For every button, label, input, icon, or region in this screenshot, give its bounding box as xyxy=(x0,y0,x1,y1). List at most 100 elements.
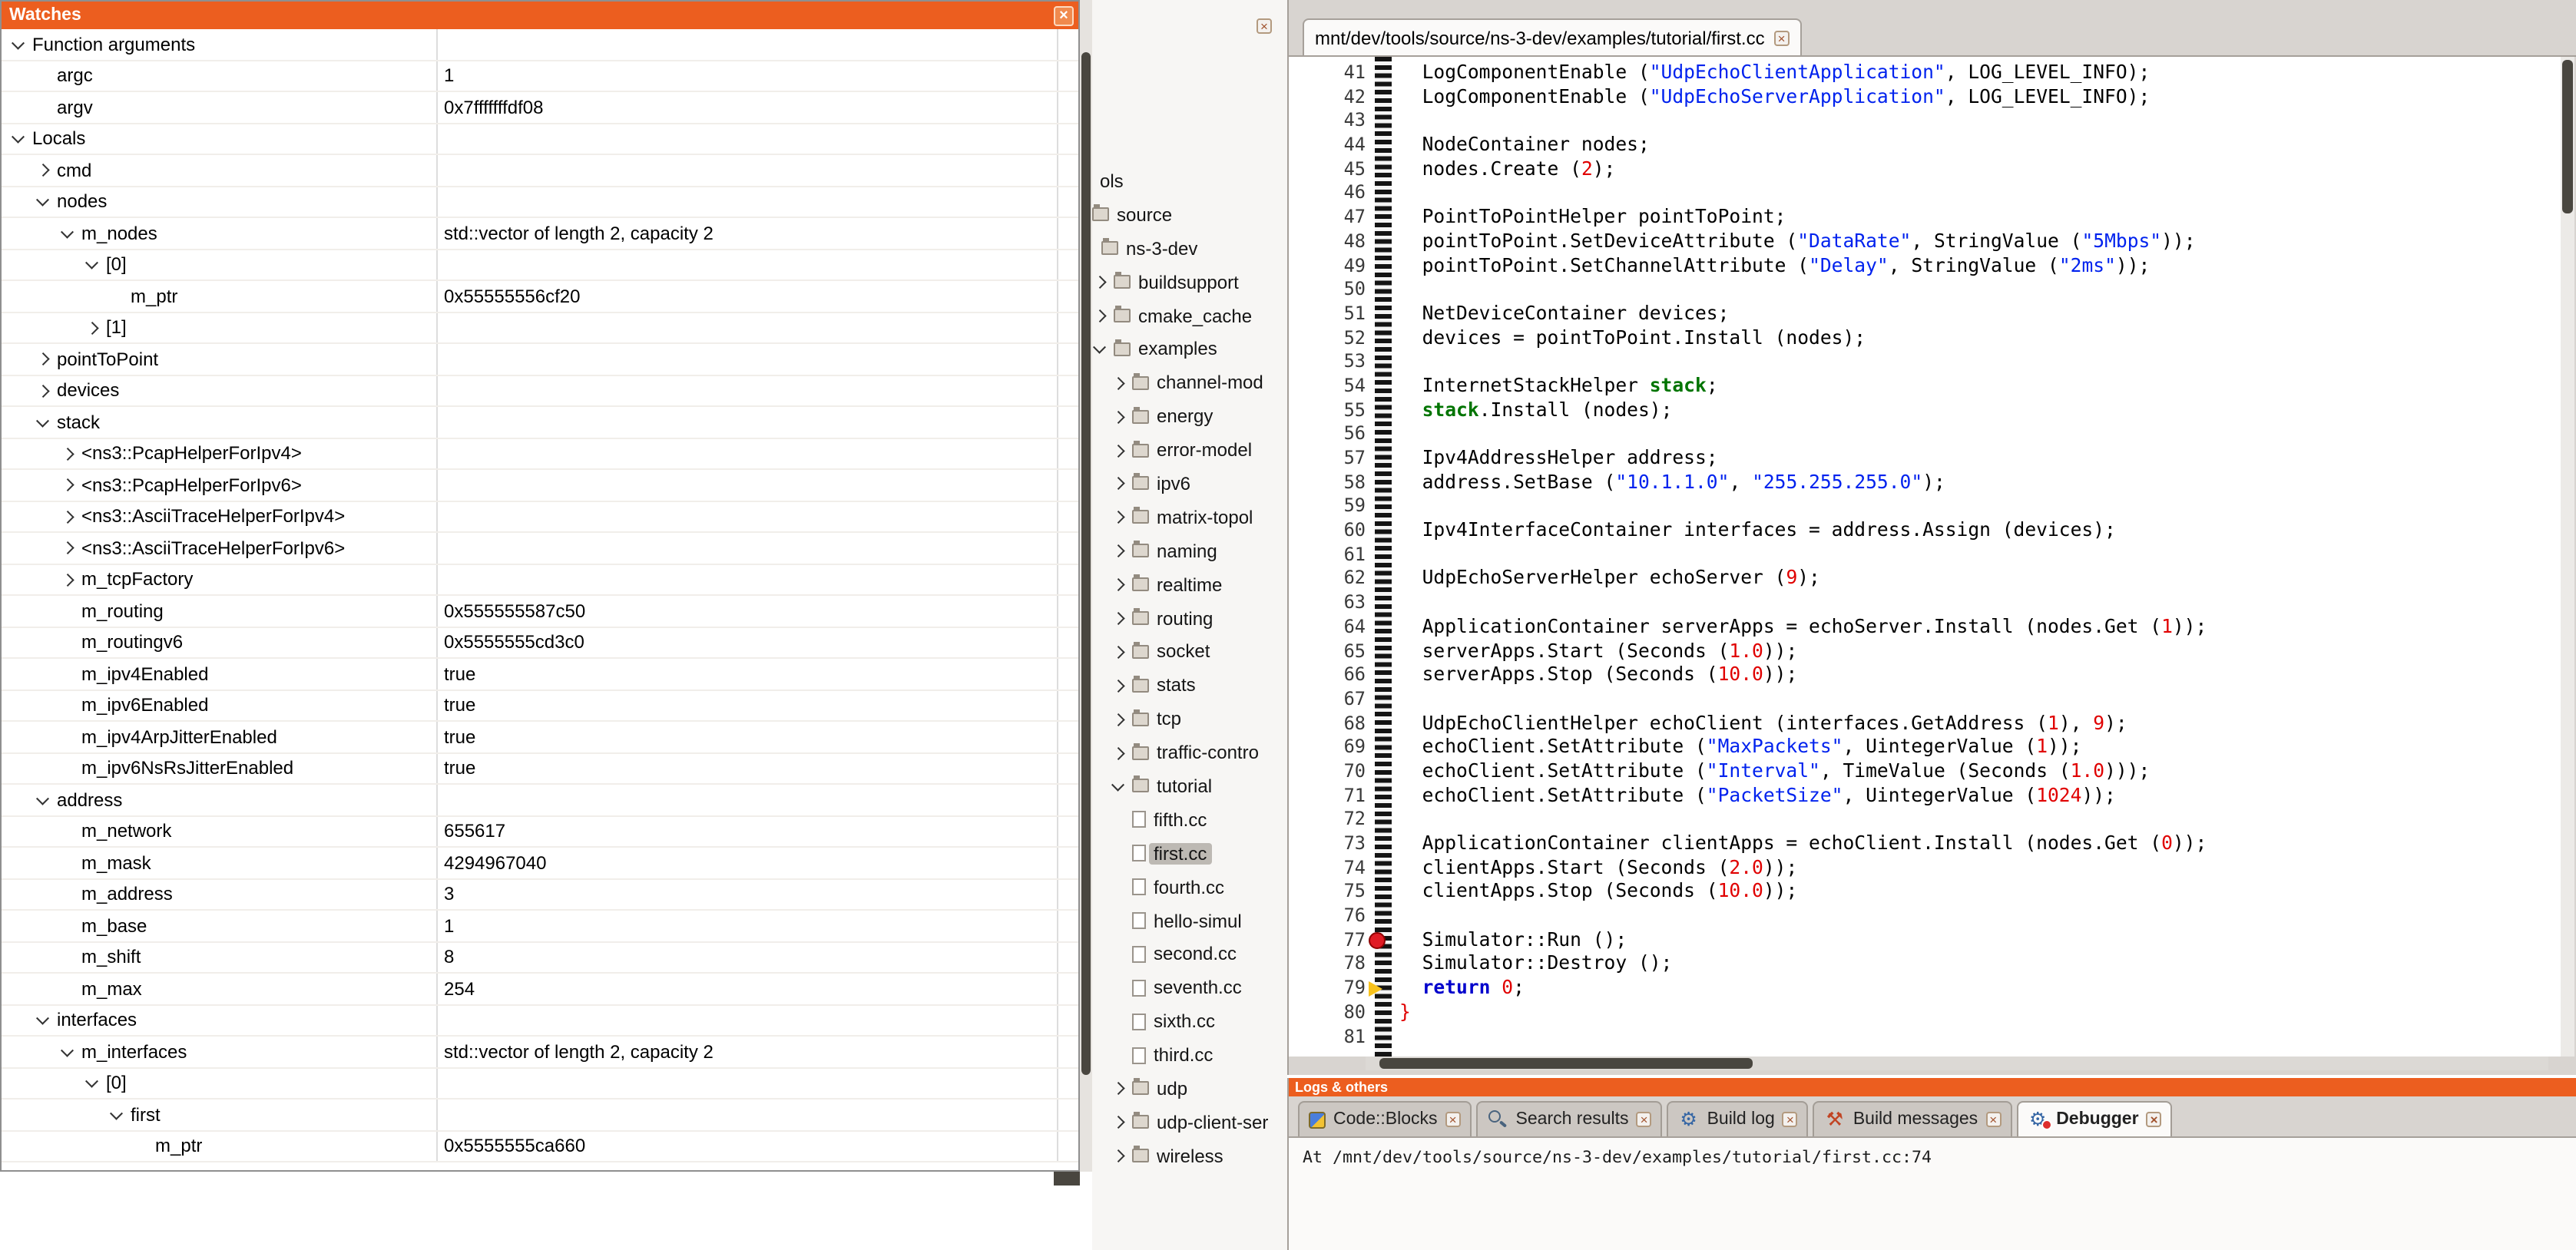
code-line[interactable]: PointToPointHelper pointToPoint; xyxy=(1399,206,2207,230)
code-line[interactable]: echoClient.SetAttribute ("Interval", Tim… xyxy=(1399,760,2207,784)
logs-tab-build-messages[interactable]: ⚒Build messages× xyxy=(1813,1101,2011,1136)
expand-icon[interactable] xyxy=(60,572,75,587)
code-line[interactable]: stack.Install (nodes); xyxy=(1399,398,2207,422)
watch-row[interactable]: devices xyxy=(2,375,1078,407)
tree-item-fifth-cc[interactable]: fifth.cc xyxy=(1092,803,1287,837)
collapse-icon[interactable] xyxy=(84,1076,100,1091)
expand-icon[interactable] xyxy=(1111,711,1126,726)
tree-item-wireless[interactable]: wireless xyxy=(1092,1139,1287,1173)
expand-icon[interactable] xyxy=(1111,610,1126,626)
watch-row[interactable]: m_ipv6Enabledtrue xyxy=(2,690,1078,722)
tree-item-realtime[interactable]: realtime xyxy=(1092,567,1287,601)
watch-row[interactable]: m_mask4294967040 xyxy=(2,848,1078,879)
collapse-icon[interactable] xyxy=(1111,779,1126,794)
watch-row[interactable]: <ns3::AsciiTraceHelperForIpv4> xyxy=(2,501,1078,533)
expand-icon[interactable] xyxy=(1111,543,1126,558)
expand-icon[interactable] xyxy=(60,541,75,556)
panel-close-icon[interactable]: × xyxy=(1257,18,1272,34)
expand-icon[interactable] xyxy=(60,509,75,524)
watch-row[interactable]: nodes xyxy=(2,187,1078,218)
tree-item-first-cc[interactable]: first.cc xyxy=(1092,837,1287,871)
watch-row[interactable]: m_routingv60x5555555cd3c0 xyxy=(2,627,1078,659)
tab-close-icon[interactable]: × xyxy=(1985,1112,2001,1127)
tab-close-icon[interactable]: × xyxy=(1637,1112,1652,1127)
collapse-icon[interactable] xyxy=(35,1013,51,1028)
watch-row[interactable]: m_address3 xyxy=(2,879,1078,911)
code-line[interactable] xyxy=(1399,544,2207,567)
code-line[interactable]: clientApps.Stop (Seconds (10.0)); xyxy=(1399,881,2207,904)
watch-row[interactable]: m_routing0x555555587c50 xyxy=(2,596,1078,627)
collapse-icon[interactable] xyxy=(1092,342,1108,357)
breakpoint-margin[interactable] xyxy=(1375,57,1392,1057)
expand-icon[interactable] xyxy=(1111,1149,1126,1164)
code-line[interactable]: serverApps.Stop (Seconds (10.0)); xyxy=(1399,663,2207,687)
code-line[interactable] xyxy=(1399,591,2207,615)
tree-item-channel-mod[interactable]: channel-mod xyxy=(1092,366,1287,400)
collapse-icon[interactable] xyxy=(84,257,100,273)
collapse-icon[interactable] xyxy=(35,792,51,808)
watch-row[interactable]: pointToPoint xyxy=(2,344,1078,375)
tab-close-icon[interactable]: × xyxy=(1783,1112,1798,1127)
expand-icon[interactable] xyxy=(1111,678,1126,693)
code-line[interactable] xyxy=(1399,182,2207,206)
code-line[interactable]: address.SetBase ("10.1.1.0", "255.255.25… xyxy=(1399,471,2207,494)
watch-row[interactable]: m_ipv4Enabledtrue xyxy=(2,659,1078,690)
tree-item-cmake-cache[interactable]: cmake_cache xyxy=(1092,299,1287,332)
code-line[interactable]: return 0; xyxy=(1399,977,2207,1000)
tree-item-naming[interactable]: naming xyxy=(1092,534,1287,568)
watch-row[interactable]: m_ptr0x5555555ca660 xyxy=(2,1131,1078,1162)
collapse-icon[interactable] xyxy=(35,415,51,430)
code-editor[interactable]: 4142434445464748495051525354555657585960… xyxy=(1289,57,2562,1057)
tree-item-buildsupport[interactable]: buildsupport xyxy=(1092,265,1287,299)
tree-item-hello-simul[interactable]: hello-simul xyxy=(1092,904,1287,938)
expand-icon[interactable] xyxy=(1111,408,1126,424)
expand-icon[interactable] xyxy=(1111,1115,1126,1130)
editor-tab[interactable]: mnt/dev/tools/source/ns-3-dev/examples/t… xyxy=(1303,18,1802,55)
watches-horizontal-scrollbar-thumb[interactable] xyxy=(1054,1172,1080,1186)
code-line[interactable]: NetDeviceContainer devices; xyxy=(1399,303,2207,326)
tree-item-udp-client-ser[interactable]: udp-client-ser xyxy=(1092,1106,1287,1139)
expand-icon[interactable] xyxy=(1111,644,1126,660)
tree-item-source[interactable]: source xyxy=(1092,198,1287,232)
code-line[interactable]: echoClient.SetAttribute ("MaxPackets", U… xyxy=(1399,736,2207,760)
tree-item-traffic-contro[interactable]: traffic-contro xyxy=(1092,736,1287,769)
code-line[interactable]: Ipv4AddressHelper address; xyxy=(1399,447,2207,471)
watch-row[interactable]: m_tcpFactory xyxy=(2,564,1078,596)
code-line[interactable] xyxy=(1399,1025,2207,1049)
tree-item-matrix-topol[interactable]: matrix-topol xyxy=(1092,501,1287,534)
collapse-icon[interactable] xyxy=(60,1044,75,1060)
tab-close-icon[interactable]: × xyxy=(2147,1112,2162,1127)
tab-close-icon[interactable]: × xyxy=(1774,30,1790,45)
tree-item-examples[interactable]: examples xyxy=(1092,332,1287,366)
tree-item-energy[interactable]: energy xyxy=(1092,399,1287,433)
code-line[interactable]: UdpEchoClientHelper echoClient (interfac… xyxy=(1399,712,2207,736)
logs-tab-build-log[interactable]: ⚙Build log× xyxy=(1667,1101,1809,1136)
watches-close-icon[interactable]: × xyxy=(1054,5,1074,25)
watch-row[interactable]: m_ipv6NsRsJitterEnabledtrue xyxy=(2,753,1078,785)
tab-close-icon[interactable]: × xyxy=(1445,1112,1461,1127)
watches-vertical-scrollbar[interactable] xyxy=(1080,0,1092,1172)
expand-icon[interactable] xyxy=(35,163,51,178)
collapse-icon[interactable] xyxy=(11,37,26,52)
code-line[interactable]: echoClient.SetAttribute ("PacketSize", U… xyxy=(1399,784,2207,808)
expand-icon[interactable] xyxy=(1092,308,1108,323)
collapse-icon[interactable] xyxy=(109,1107,124,1123)
expand-icon[interactable] xyxy=(1111,476,1126,491)
watch-row[interactable]: stack xyxy=(2,407,1078,438)
expand-icon[interactable] xyxy=(35,352,51,367)
code-line[interactable]: Simulator::Run (); xyxy=(1399,929,2207,953)
code-line[interactable] xyxy=(1399,351,2207,375)
watch-row[interactable]: m_shift8 xyxy=(2,942,1078,974)
watch-row[interactable]: interfaces xyxy=(2,1005,1078,1037)
editor-vertical-scrollbar[interactable] xyxy=(2561,57,2574,1057)
code-line[interactable]: UdpEchoServerHelper echoServer (9); xyxy=(1399,567,2207,591)
tree-item-udp[interactable]: udp xyxy=(1092,1072,1287,1106)
collapse-icon[interactable] xyxy=(35,194,51,210)
watch-row[interactable]: cmd xyxy=(2,155,1078,187)
logs-tab-debugger[interactable]: ⚙Debugger× xyxy=(2016,1101,2172,1136)
scrollbar-thumb[interactable] xyxy=(1379,1058,1753,1069)
code-line[interactable]: } xyxy=(1399,1001,2207,1025)
code-line[interactable] xyxy=(1399,495,2207,519)
watch-row[interactable]: m_ipv4ArpJitterEnabledtrue xyxy=(2,722,1078,753)
scrollbar-thumb[interactable] xyxy=(2562,60,2573,213)
